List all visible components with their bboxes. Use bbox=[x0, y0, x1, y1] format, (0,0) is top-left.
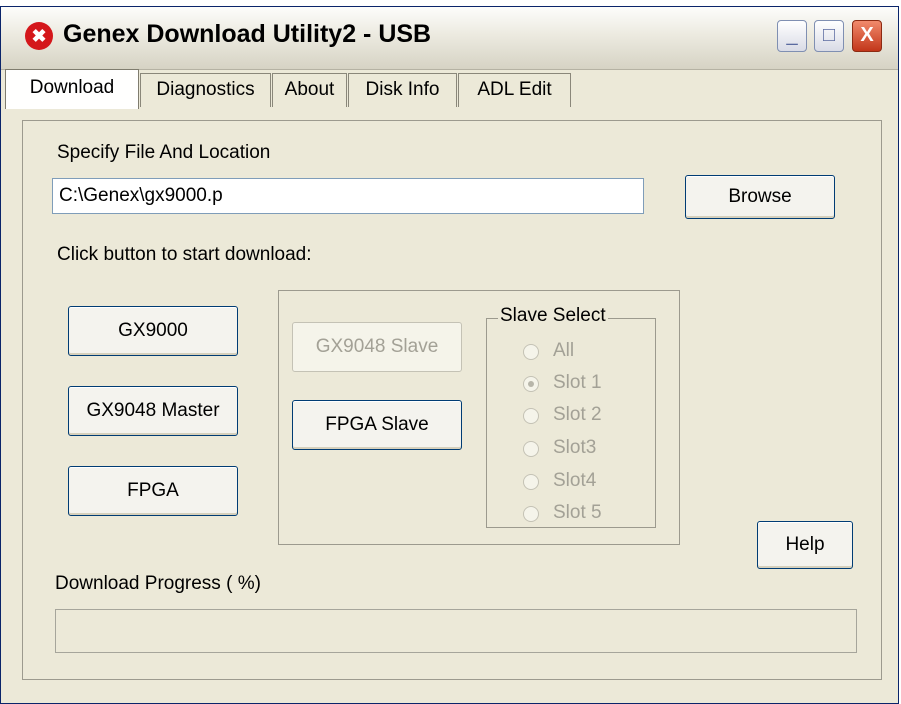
radio-button-icon bbox=[523, 344, 539, 360]
tab-disk-info[interactable]: Disk Info bbox=[348, 73, 457, 107]
close-button[interactable]: X bbox=[852, 20, 882, 52]
radio-all-label: All bbox=[553, 340, 575, 361]
fpga-slave-button[interactable]: FPGA Slave bbox=[292, 400, 462, 450]
download-progress-bar bbox=[55, 609, 857, 653]
radio-button-icon bbox=[523, 441, 539, 457]
radio-button-icon bbox=[523, 408, 539, 424]
fpga-button[interactable]: FPGA bbox=[68, 466, 238, 516]
gx9048-master-button[interactable]: GX9048 Master bbox=[68, 386, 238, 436]
radio-slot-1-label: Slot 1 bbox=[553, 372, 602, 393]
radio-slot-4-label: Slot4 bbox=[553, 470, 597, 491]
tab-strip: Download Diagnostics About Disk Info ADL… bbox=[1, 69, 898, 109]
tab-diagnostics[interactable]: Diagnostics bbox=[140, 73, 271, 107]
file-location-label: Specify File And Location bbox=[57, 142, 271, 163]
tab-about[interactable]: About bbox=[272, 73, 347, 107]
browse-button-label: Browse bbox=[728, 186, 792, 207]
radio-button-icon bbox=[523, 506, 539, 522]
window-title: Genex Download Utility2 - USB bbox=[63, 20, 432, 48]
file-path-input[interactable]: C:\Genex\gx9000.p bbox=[52, 178, 644, 214]
minimize-button[interactable]: _ bbox=[777, 20, 807, 52]
help-button[interactable]: Help bbox=[757, 521, 853, 569]
radio-button-checked-icon bbox=[523, 376, 539, 392]
radio-button-icon bbox=[523, 474, 539, 490]
maximize-button[interactable]: □ bbox=[814, 20, 844, 52]
gx9000-button[interactable]: GX9000 bbox=[68, 306, 238, 356]
start-download-label: Click button to start download: bbox=[57, 244, 312, 265]
slave-select-label: Slave Select bbox=[498, 305, 608, 327]
tab-adl-edit[interactable]: ADL Edit bbox=[458, 73, 571, 107]
radio-slot-3-label: Slot3 bbox=[553, 437, 597, 458]
download-progress-label: Download Progress ( %) bbox=[55, 573, 261, 594]
browse-button[interactable]: Browse bbox=[685, 175, 835, 219]
title-bar[interactable]: ✖ Genex Download Utility2 - USB _ □ X bbox=[1, 7, 898, 70]
tab-download[interactable]: Download bbox=[5, 69, 139, 109]
genex-logo-icon: ✖ bbox=[25, 22, 53, 50]
gx9048-slave-button[interactable]: GX9048 Slave bbox=[292, 322, 462, 372]
radio-slot-5-label: Slot 5 bbox=[553, 502, 602, 523]
radio-slot-2-label: Slot 2 bbox=[553, 404, 602, 425]
